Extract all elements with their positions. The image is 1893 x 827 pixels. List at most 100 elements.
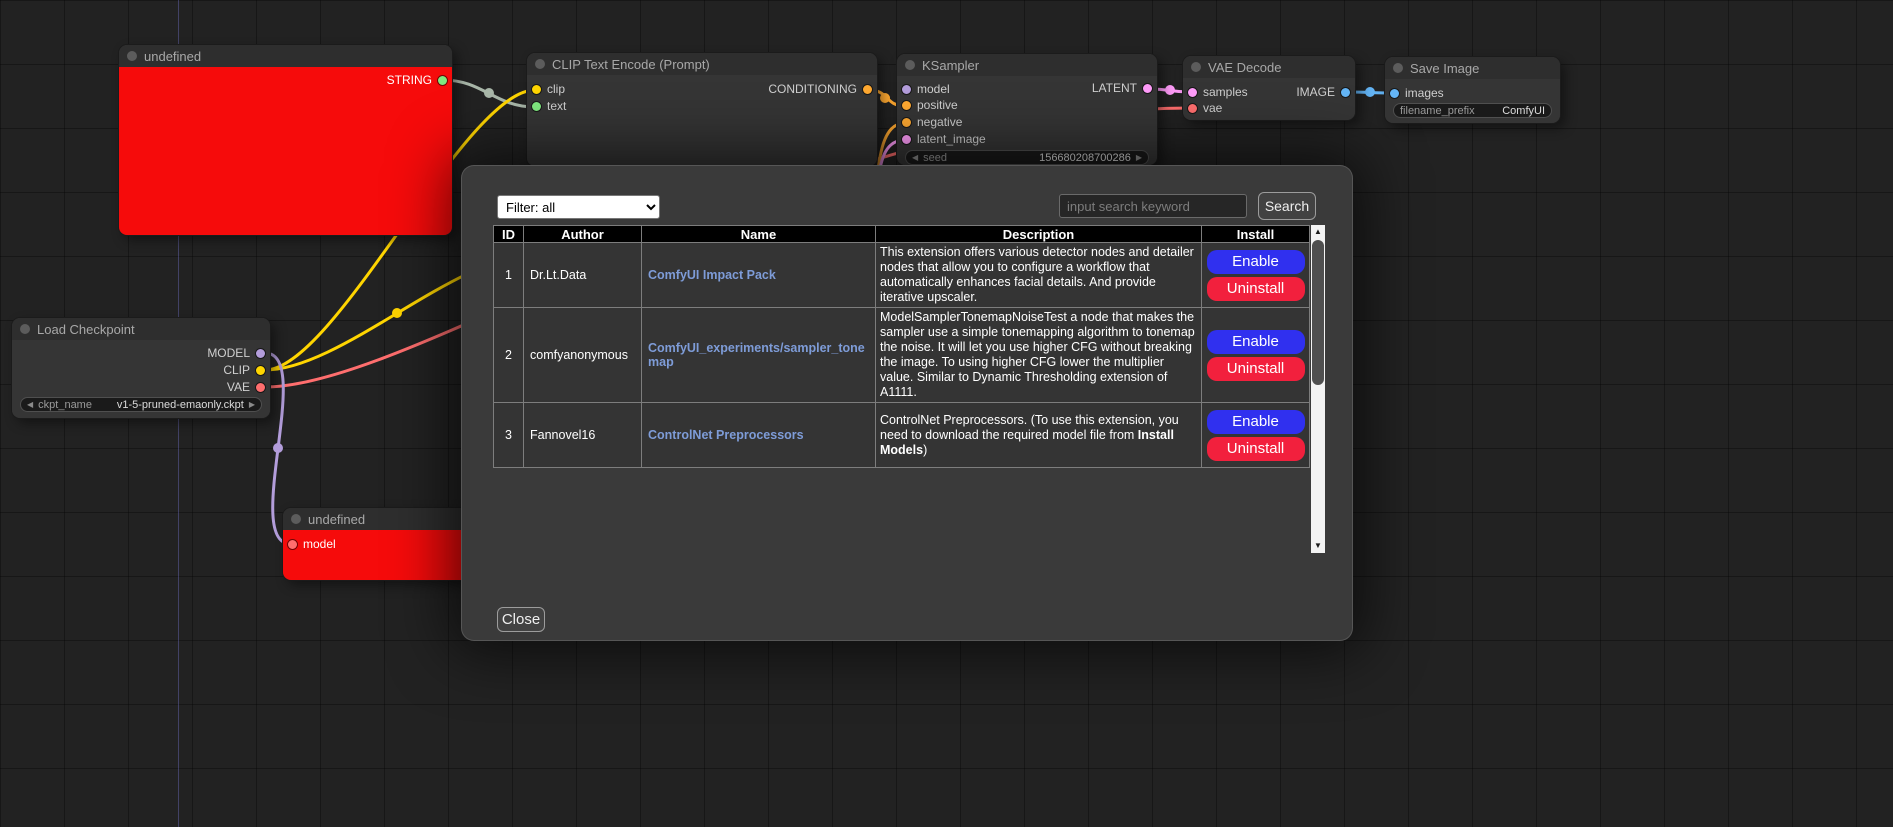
clip-port-icon[interactable] xyxy=(256,366,265,375)
prev-arrow-icon[interactable]: ◀ xyxy=(27,401,33,409)
enable-button[interactable]: Enable xyxy=(1207,410,1305,434)
image-port-icon[interactable] xyxy=(1341,88,1350,97)
node-save-image[interactable]: Save Image images filename_prefix ComfyU… xyxy=(1385,57,1560,123)
increment-arrow-icon[interactable]: ▶ xyxy=(1136,154,1142,162)
uninstall-button[interactable]: Uninstall xyxy=(1207,437,1305,461)
collapse-dot-icon[interactable] xyxy=(535,59,545,69)
header-id: ID xyxy=(494,226,524,243)
model-port-icon[interactable] xyxy=(288,540,297,549)
vae-port-icon[interactable] xyxy=(256,383,265,392)
input-slot-text[interactable]: text xyxy=(532,100,566,112)
node-title: undefined xyxy=(144,49,201,64)
input-slot-model[interactable]: model xyxy=(288,538,336,550)
extension-link[interactable]: ComfyUI Impact Pack xyxy=(642,268,875,282)
string-port-icon[interactable] xyxy=(438,76,447,85)
ckpt-name-widget[interactable]: ◀ ckpt_name v1-5-pruned-emaonly.ckpt ▶ xyxy=(20,397,262,412)
clip-port-icon[interactable] xyxy=(532,85,541,94)
output-slot-conditioning[interactable]: CONDITIONING xyxy=(768,83,872,95)
input-slot-samples[interactable]: samples xyxy=(1188,86,1248,98)
search-button[interactable]: Search xyxy=(1258,192,1316,220)
node-header[interactable]: CLIP Text Encode (Prompt) xyxy=(527,53,877,75)
manager-dialog: Filter: all Search ID Author Name Descri… xyxy=(462,166,1352,640)
cell-author: Dr.Lt.Data xyxy=(524,243,642,308)
decrement-arrow-icon[interactable]: ◀ xyxy=(912,154,918,162)
node-vae-decode[interactable]: VAE Decode samples vae IMAGE xyxy=(1183,56,1355,120)
node-header[interactable]: VAE Decode xyxy=(1183,56,1355,78)
link-dot-cond xyxy=(880,93,890,103)
link-string xyxy=(443,80,535,107)
enable-button[interactable]: Enable xyxy=(1207,250,1305,274)
latent-port-icon[interactable] xyxy=(1188,88,1197,97)
search-input[interactable] xyxy=(1059,194,1247,218)
output-slot-model[interactable]: MODEL xyxy=(207,347,265,359)
input-slot-images[interactable]: images xyxy=(1390,87,1444,99)
input-slot-vae[interactable]: vae xyxy=(1188,102,1222,114)
conditioning-port-icon[interactable] xyxy=(863,85,872,94)
node-clip-text-encode[interactable]: CLIP Text Encode (Prompt) clip text COND… xyxy=(527,53,877,166)
collapse-dot-icon[interactable] xyxy=(1393,63,1403,73)
cell-description: This extension offers various detector n… xyxy=(876,243,1202,308)
scrollbar-up-arrow-icon[interactable]: ▲ xyxy=(1311,225,1325,239)
header-name: Name xyxy=(642,226,876,243)
vae-port-icon[interactable] xyxy=(1188,104,1197,113)
enable-button[interactable]: Enable xyxy=(1207,330,1305,354)
filter-select[interactable]: Filter: all xyxy=(497,195,660,219)
node-title: KSampler xyxy=(922,58,979,73)
node-body xyxy=(119,67,452,235)
collapse-dot-icon[interactable] xyxy=(291,514,301,524)
uninstall-button[interactable]: Uninstall xyxy=(1207,277,1305,301)
collapse-dot-icon[interactable] xyxy=(1191,62,1201,72)
filename-prefix-widget[interactable]: filename_prefix ComfyUI xyxy=(1393,103,1552,118)
cell-install: Enable Uninstall xyxy=(1202,243,1310,308)
collapse-dot-icon[interactable] xyxy=(127,51,137,61)
conditioning-port-icon[interactable] xyxy=(902,101,911,110)
seed-widget[interactable]: ◀ seed 156680208700286 ▶ xyxy=(905,150,1149,165)
close-button[interactable]: Close xyxy=(497,607,545,632)
scrollbar-down-arrow-icon[interactable]: ▼ xyxy=(1311,539,1325,553)
input-slot-model[interactable]: model xyxy=(902,83,950,95)
node-header[interactable]: undefined xyxy=(119,45,452,67)
node-header[interactable]: Save Image xyxy=(1385,57,1560,79)
output-slot-clip[interactable]: CLIP xyxy=(223,364,265,376)
extension-link[interactable]: ControlNet Preprocessors xyxy=(642,428,875,442)
header-install: Install xyxy=(1202,226,1310,243)
input-slot-clip[interactable]: clip xyxy=(532,83,565,95)
link-dot-model xyxy=(273,443,283,453)
cell-author: comfyanonymous xyxy=(524,308,642,403)
output-slot-latent[interactable]: LATENT xyxy=(1092,82,1152,94)
node-graph-canvas[interactable]: undefined STRING CLIP Text Encode (Promp… xyxy=(0,0,1893,827)
node-load-checkpoint[interactable]: Load Checkpoint MODEL CLIP VAE ◀ ckpt_na… xyxy=(12,318,270,418)
output-slot-image[interactable]: IMAGE xyxy=(1296,86,1350,98)
image-port-icon[interactable] xyxy=(1390,89,1399,98)
cell-name: ComfyUI_experiments/sampler_tonemap xyxy=(642,308,876,403)
input-slot-latent-image[interactable]: latent_image xyxy=(902,133,986,145)
scrollbar-thumb[interactable] xyxy=(1312,240,1324,385)
latent-port-icon[interactable] xyxy=(902,135,911,144)
collapse-dot-icon[interactable] xyxy=(905,60,915,70)
model-port-icon[interactable] xyxy=(256,349,265,358)
node-header[interactable]: KSampler xyxy=(897,54,1157,76)
node-undefined-top[interactable]: undefined STRING xyxy=(119,45,452,235)
model-port-icon[interactable] xyxy=(902,85,911,94)
node-header[interactable]: Load Checkpoint xyxy=(12,318,270,340)
cell-install: Enable Uninstall xyxy=(1202,308,1310,403)
conditioning-port-icon[interactable] xyxy=(902,118,911,127)
uninstall-button[interactable]: Uninstall xyxy=(1207,357,1305,381)
output-slot-vae[interactable]: VAE xyxy=(227,381,265,393)
node-title: Load Checkpoint xyxy=(37,322,135,337)
node-title: undefined xyxy=(308,512,365,527)
input-slot-negative[interactable]: negative xyxy=(902,116,962,128)
cell-id: 1 xyxy=(494,243,524,308)
table-scrollbar[interactable]: ▲ ▼ xyxy=(1311,225,1325,553)
next-arrow-icon[interactable]: ▶ xyxy=(249,401,255,409)
extension-link[interactable]: ComfyUI_experiments/sampler_tonemap xyxy=(642,341,875,369)
header-description: Description xyxy=(876,226,1202,243)
output-slot-string[interactable]: STRING xyxy=(387,74,447,86)
node-ksampler[interactable]: KSampler model positive negative latent_… xyxy=(897,54,1157,165)
text-port-icon[interactable] xyxy=(532,102,541,111)
collapse-dot-icon[interactable] xyxy=(20,324,30,334)
header-author: Author xyxy=(524,226,642,243)
latent-port-icon[interactable] xyxy=(1143,84,1152,93)
input-slot-positive[interactable]: positive xyxy=(902,99,958,111)
cell-install: Enable Uninstall xyxy=(1202,403,1310,468)
